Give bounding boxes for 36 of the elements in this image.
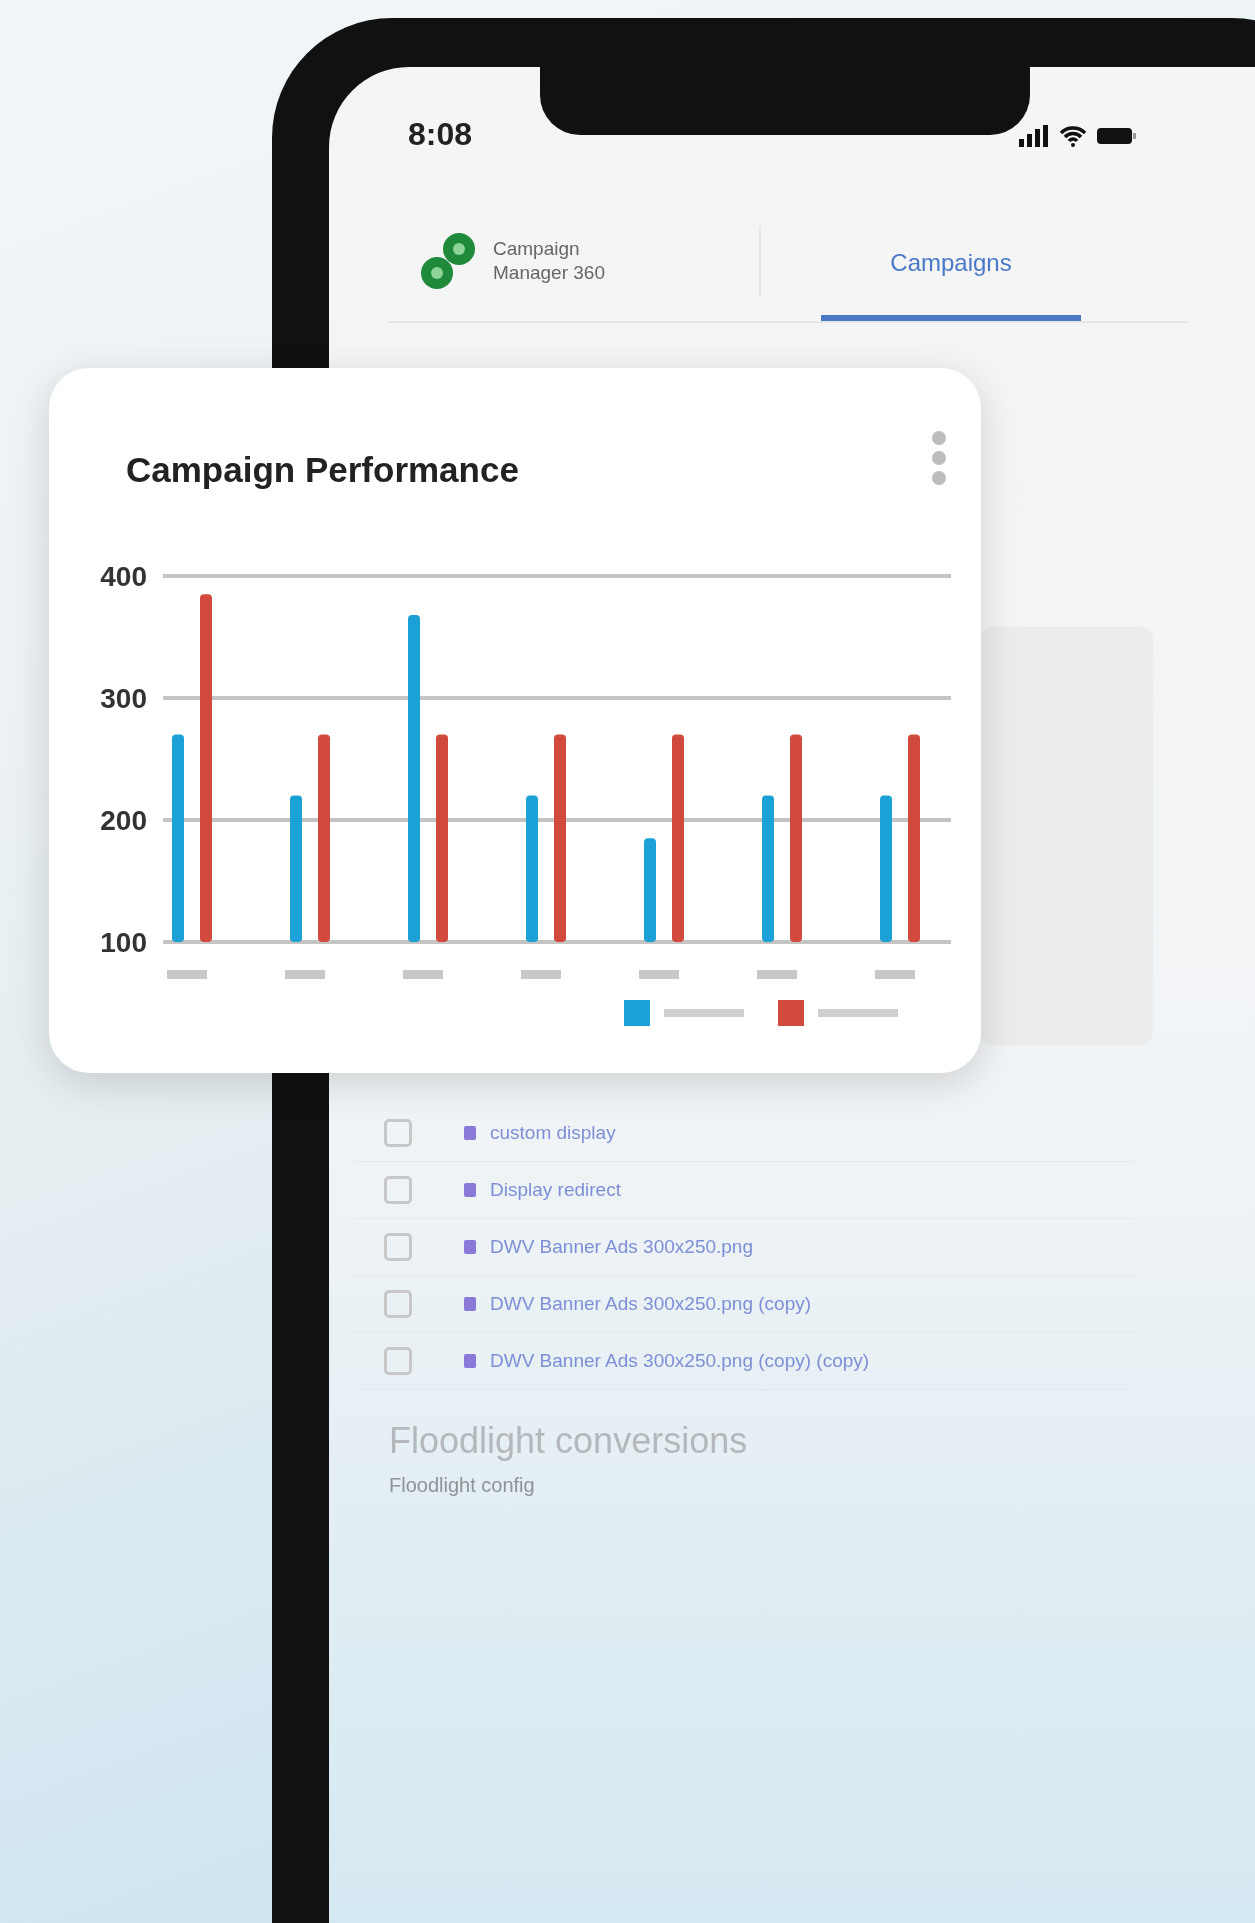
more-options-icon[interactable] (931, 430, 947, 486)
y-axis-label: 400 (100, 561, 147, 592)
signal-icon (1019, 125, 1049, 147)
y-axis-label: 100 (100, 927, 147, 958)
y-axis-label: 300 (100, 683, 147, 714)
section-title: Floodlight conversions (389, 1420, 749, 1462)
file-icon (464, 1183, 476, 1197)
row-checkbox[interactable] (384, 1119, 412, 1147)
file-icon (464, 1126, 476, 1140)
status-time: 8:08 (408, 115, 473, 153)
creative-link[interactable]: Display redirect (490, 1179, 621, 1201)
battery-icon (1097, 126, 1137, 146)
creative-link[interactable]: DWV Banner Ads 300x250.png (copy) (490, 1293, 812, 1315)
creative-link[interactable]: DWV Banner Ads 300x250.png (copy) (copy) (490, 1350, 870, 1372)
nav-tab[interactable]: Campaigns (821, 201, 1081, 321)
creative-link[interactable]: custom display (490, 1122, 616, 1144)
row-checkbox[interactable] (384, 1347, 412, 1375)
file-icon (464, 1297, 476, 1311)
row-checkbox[interactable] (384, 1233, 412, 1261)
wifi-icon (1059, 125, 1087, 147)
app-name: Campaign Manager 360 (493, 237, 606, 285)
row-checkbox[interactable] (384, 1176, 412, 1204)
category-placeholder (403, 970, 443, 979)
category-placeholder (285, 970, 325, 979)
section-subtitle: Floodlight config (389, 1474, 536, 1497)
category-placeholder (875, 970, 915, 979)
file-icon (464, 1240, 476, 1254)
category-placeholder (167, 970, 207, 979)
category-placeholder (639, 970, 679, 979)
creative-link[interactable]: DWV Banner Ads 300x250.png (490, 1236, 753, 1258)
chart-title: Campaign Performance (126, 450, 519, 490)
category-placeholder (757, 970, 797, 979)
file-icon (464, 1354, 476, 1368)
row-checkbox[interactable] (384, 1290, 412, 1318)
category-placeholder (521, 970, 561, 979)
y-axis-label: 200 (100, 805, 147, 836)
